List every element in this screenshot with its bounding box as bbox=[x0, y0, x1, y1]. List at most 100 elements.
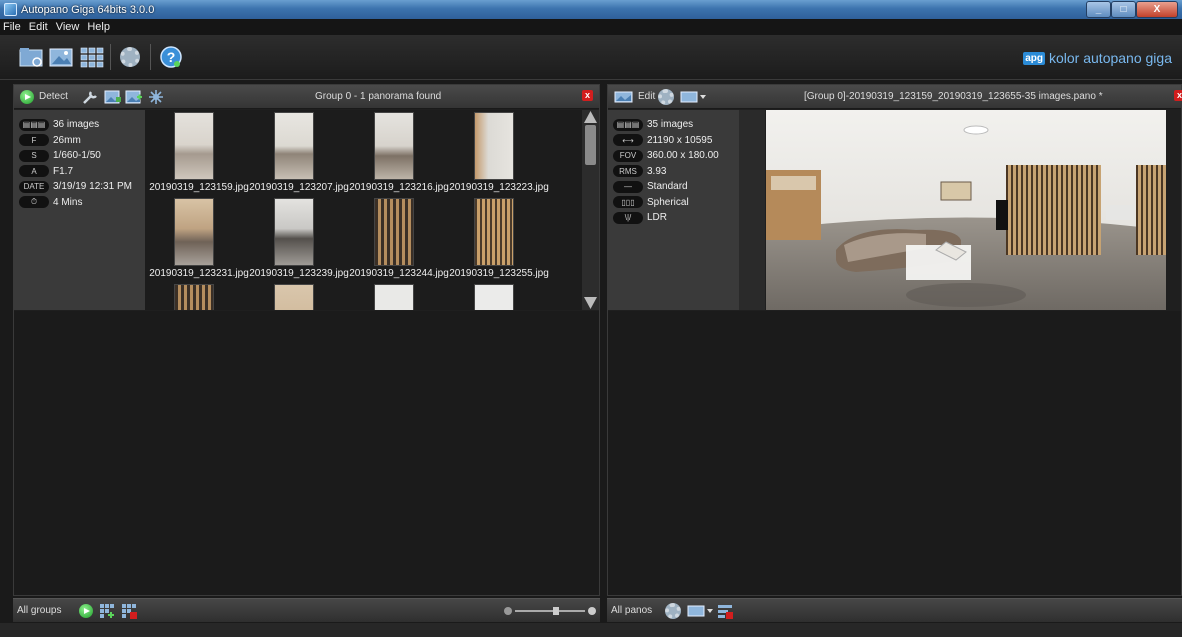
thumbnail-filename: 20190319_123216.jpg bbox=[349, 182, 449, 193]
edit-pano-icon[interactable] bbox=[614, 90, 634, 104]
remove-group-grid-icon[interactable] bbox=[121, 603, 137, 619]
image-thumbnail[interactable] bbox=[247, 282, 347, 310]
add-group-icon[interactable] bbox=[125, 89, 143, 105]
info-row: DATE 3/19/19 12:31 PM bbox=[19, 179, 145, 195]
pano-info: ▤▤▤ 35 images ⟷ 21190 x 10595 FOV 360.00 x … bbox=[608, 110, 739, 310]
menu-help[interactable]: Help bbox=[87, 21, 110, 33]
open-folder-button[interactable] bbox=[18, 44, 46, 70]
panoramas-panel-empty-area bbox=[608, 311, 1181, 595]
image-thumbnail[interactable]: 20190319_123255.jpg bbox=[447, 196, 549, 284]
brand-logo: apg kolor autopano giga bbox=[1023, 50, 1172, 66]
gear-icon[interactable] bbox=[665, 603, 681, 619]
info-row: ▤▤▤ 36 images bbox=[19, 117, 145, 133]
info-tag: ▤▤▤ bbox=[613, 118, 643, 131]
pano-image-count: 35 images bbox=[647, 119, 694, 131]
menu-edit[interactable]: Edit bbox=[29, 21, 48, 33]
aperture: F1.7 bbox=[53, 165, 74, 177]
info-row: ⏱ 4 Mins bbox=[19, 195, 145, 211]
batch-button[interactable] bbox=[78, 44, 106, 70]
thumbnail-filename: 20190319_123159.jpg bbox=[149, 182, 249, 193]
info-tag: ▤▤▤ bbox=[19, 118, 49, 131]
control-points-icon[interactable] bbox=[147, 89, 165, 105]
toolbar-separator bbox=[110, 44, 111, 70]
capture-date: 3/19/19 12:31 PM bbox=[53, 181, 132, 193]
thumbnail-image bbox=[474, 284, 514, 310]
pano-fov: 360.00 x 180.00 bbox=[647, 150, 719, 162]
pano-projection: Spherical bbox=[647, 196, 689, 208]
duration: 4 Mins bbox=[53, 196, 83, 208]
main-toolbar: ? apg kolor autopano giga bbox=[0, 35, 1182, 80]
wrench-icon[interactable] bbox=[82, 89, 100, 105]
image-thumbnail[interactable]: 20190319_123216.jpg bbox=[347, 110, 449, 198]
render-all-dropdown-icon[interactable] bbox=[687, 604, 715, 618]
thumbnail-zoom-slider[interactable] bbox=[503, 604, 597, 618]
menu-bar: File Edit View Help bbox=[0, 19, 1182, 35]
info-row: A F1.7 bbox=[19, 164, 145, 180]
image-thumbnail[interactable]: 20190319_123223.jpg bbox=[447, 110, 549, 198]
lens-icon: — bbox=[613, 180, 643, 193]
detect-all-icon[interactable] bbox=[79, 604, 93, 618]
image-thumbnail[interactable]: 20190319_123207.jpg bbox=[247, 110, 349, 198]
gear-icon[interactable] bbox=[658, 89, 674, 105]
info-tag: S bbox=[19, 149, 49, 162]
close-group-button[interactable]: x bbox=[582, 90, 593, 101]
clock-icon: ⏱ bbox=[19, 196, 49, 209]
info-row: FOV 360.00 x 180.00 bbox=[613, 148, 739, 164]
thumbnail-filename: 20190319_123207.jpg bbox=[249, 182, 349, 193]
image-thumbnail[interactable] bbox=[447, 282, 547, 310]
add-group-grid-icon[interactable] bbox=[99, 603, 115, 619]
scroll-up-icon[interactable] bbox=[584, 111, 597, 123]
thumbnail-image bbox=[174, 284, 214, 310]
pano-lens-type: Standard bbox=[647, 181, 688, 193]
info-row: RMS 3.93 bbox=[613, 164, 739, 180]
menu-view[interactable]: View bbox=[56, 21, 80, 33]
image-thumbnail[interactable]: 20190319_123231.jpg bbox=[147, 196, 249, 284]
thumbnail-image bbox=[374, 284, 414, 310]
pano-dynamic-range: LDR bbox=[647, 212, 668, 224]
focal-length: 26mm bbox=[53, 134, 81, 146]
menu-file[interactable]: File bbox=[3, 21, 21, 33]
groups-panel: Detect Group 0 - 1 panorama found x ▤▤▤ 3… bbox=[13, 84, 600, 596]
add-images-icon[interactable] bbox=[104, 89, 122, 105]
thumbnail-image bbox=[474, 112, 514, 180]
image-thumbnail[interactable]: 20190319_123239.jpg bbox=[247, 196, 349, 284]
close-pano-button[interactable]: x bbox=[1174, 90, 1182, 101]
thumbnail-image bbox=[274, 112, 314, 180]
render-dropdown-icon[interactable] bbox=[680, 90, 708, 104]
close-window-button[interactable]: X bbox=[1136, 1, 1178, 18]
thumbnail-filename: 20190319_123231.jpg bbox=[149, 268, 249, 279]
scroll-thumb[interactable] bbox=[585, 125, 596, 165]
image-thumbnail[interactable]: 20190319_123244.jpg bbox=[347, 196, 449, 284]
groups-panel-empty-area bbox=[14, 311, 599, 595]
image-thumbnail[interactable] bbox=[347, 282, 447, 310]
image-thumbnail[interactable] bbox=[147, 282, 247, 310]
thumbnail-scrollbar[interactable] bbox=[582, 110, 599, 310]
detect-play-icon[interactable] bbox=[20, 90, 34, 104]
help-button[interactable]: ? bbox=[157, 44, 185, 70]
image-thumbnail[interactable]: 20190319_123159.jpg bbox=[147, 110, 249, 198]
image-thumbnail-grid[interactable]: 20190319_123159.jpg 20190319_123207.jpg … bbox=[145, 110, 582, 310]
thumbnail-filename: 20190319_123244.jpg bbox=[349, 268, 449, 279]
scroll-down-icon[interactable] bbox=[584, 297, 597, 309]
settings-button[interactable] bbox=[116, 44, 144, 70]
help-icon: ? bbox=[160, 46, 182, 68]
info-row: ⟷ 21190 x 10595 bbox=[613, 133, 739, 149]
pano-size: 21190 x 10595 bbox=[647, 134, 713, 146]
brand-badge: apg bbox=[1023, 51, 1045, 65]
status-bar bbox=[0, 623, 1182, 637]
panorama-preview[interactable] bbox=[766, 110, 1166, 310]
all-panos-label: All panos bbox=[611, 605, 653, 616]
panoramas-panel: Edit [Group 0]-20190319_123159_20190319_… bbox=[607, 84, 1182, 596]
minimize-button[interactable]: _ bbox=[1086, 1, 1111, 18]
all-groups-label: All groups bbox=[17, 605, 62, 616]
info-tag: A bbox=[19, 165, 49, 178]
maximize-button[interactable]: □ bbox=[1111, 1, 1136, 18]
detect-button[interactable]: Detect bbox=[39, 91, 68, 102]
thumbnail-filename: 20190319_123239.jpg bbox=[249, 268, 349, 279]
remove-pano-icon[interactable] bbox=[717, 603, 733, 619]
info-row: ▯▯▯ Spherical bbox=[613, 195, 739, 211]
edit-button[interactable]: Edit bbox=[638, 91, 655, 102]
import-images-button[interactable] bbox=[48, 44, 76, 70]
gear-icon bbox=[120, 47, 140, 67]
info-row: — Standard bbox=[613, 179, 739, 195]
